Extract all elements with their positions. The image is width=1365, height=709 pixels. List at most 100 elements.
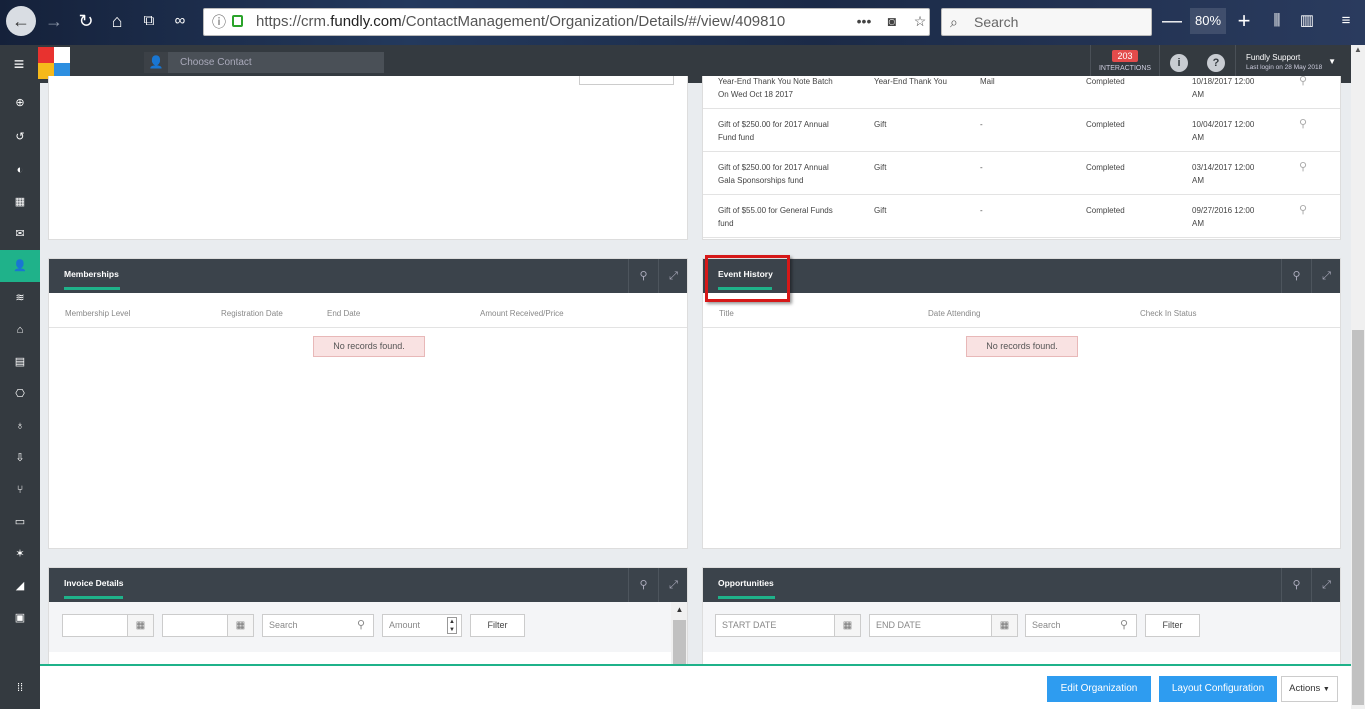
- gift-description-line: Gala Sponsorships fund: [718, 176, 804, 185]
- gift-row[interactable]: Gift of $250.00 for 2017 Annual Fund fund…: [703, 109, 1340, 152]
- sidebar-money-bag-icon[interactable]: ♁: [0, 410, 40, 442]
- search-icon[interactable]: ⚲: [1281, 568, 1311, 602]
- memberships-panel: Memberships ⚲ ⤢ Membership Level Registr…: [48, 258, 688, 549]
- stepper-icon[interactable]: ▲ ▼: [447, 617, 457, 634]
- sidebar-ticket-icon[interactable]: ⎔: [0, 378, 40, 410]
- expand-icon[interactable]: ⤢: [1311, 568, 1340, 602]
- sidebar-add-icon[interactable]: ⊕: [0, 87, 40, 119]
- private-mask-icon[interactable]: ∞: [166, 7, 194, 35]
- reload-icon[interactable]: ↻: [72, 7, 100, 35]
- end-date-input[interactable]: END DATE ▦: [869, 614, 1018, 637]
- page-scroll-thumb[interactable]: [1352, 330, 1364, 705]
- search-icon[interactable]: ⚲: [628, 259, 658, 293]
- view-details-search-icon[interactable]: ⚲: [1299, 161, 1307, 174]
- col-title[interactable]: Title: [719, 309, 734, 318]
- actions-dropdown[interactable]: Actions ▼: [1281, 676, 1338, 702]
- zoom-out-button[interactable]: —: [1160, 8, 1184, 34]
- sidebar-apps-icon[interactable]: ⁞⁞: [0, 672, 40, 704]
- choose-contact-placeholder: Choose Contact: [180, 57, 252, 68]
- divider: [703, 327, 1340, 328]
- gift-description-line: Fund fund: [718, 133, 755, 142]
- scroll-thumb[interactable]: [673, 620, 686, 666]
- sidebar-dashboard-icon[interactable]: ◐: [0, 154, 40, 186]
- page-actions-icon[interactable]: •••: [850, 8, 878, 34]
- sidebar-volunteer-icon[interactable]: ✶: [0, 538, 40, 570]
- site-info-icon[interactable]: ⓘ: [212, 9, 226, 35]
- scroll-up-icon[interactable]: ▲: [671, 602, 687, 618]
- search-icon[interactable]: ⚲: [628, 568, 658, 602]
- invoice-start-date-input[interactable]: ▦: [62, 614, 154, 637]
- choose-contact-input[interactable]: 👤 Choose Contact: [144, 52, 384, 73]
- forward-arrow-icon[interactable]: →: [40, 7, 68, 35]
- sidebar-history-icon[interactable]: ↺: [0, 121, 40, 153]
- gift-date: 03/14/2017 12:00 AM: [1192, 161, 1282, 187]
- menu-icon[interactable]: ≡: [1333, 8, 1359, 34]
- top-left-control[interactable]: [579, 76, 674, 85]
- info-icon[interactable]: i: [1170, 54, 1188, 72]
- expand-icon[interactable]: ⤢: [1311, 259, 1341, 293]
- sidebar-calendar-icon[interactable]: ▤: [0, 346, 40, 378]
- gift-description-line: Gift of $250.00 for 2017 Annual: [718, 163, 829, 172]
- bookmark-star-icon[interactable]: ☆: [906, 8, 934, 34]
- layout-configuration-button[interactable]: Layout Configuration: [1159, 676, 1277, 702]
- edit-organization-button[interactable]: Edit Organization: [1047, 676, 1151, 702]
- zoom-in-button[interactable]: +: [1232, 8, 1256, 34]
- sidebar-mail-icon[interactable]: ✉: [0, 218, 40, 250]
- url-bar[interactable]: ⓘ https://crm.fundly.com/ContactManageme…: [203, 8, 930, 36]
- sidebar-contacts-icon[interactable]: 👤: [0, 250, 40, 282]
- search-icon[interactable]: ⚲: [1281, 259, 1311, 293]
- calendar-icon[interactable]: ▦: [227, 615, 253, 636]
- sidebar-download-icon[interactable]: ⇩: [0, 442, 40, 474]
- expand-icon[interactable]: ⤢: [658, 259, 688, 293]
- new-window-icon[interactable]: ⧉: [135, 7, 163, 35]
- sidebar-dining-icon[interactable]: ⑂: [0, 474, 40, 506]
- sidebar-toggle-icon[interactable]: ▥: [1294, 8, 1320, 34]
- invoice-search-input[interactable]: Search ⚲: [262, 614, 374, 637]
- sidebar-org-icon[interactable]: ⌂: [0, 314, 40, 346]
- gift-row[interactable]: Gift of $250.00 for 2017 Annual Gala Spon…: [703, 152, 1340, 195]
- col-date-attending[interactable]: Date Attending: [928, 309, 980, 318]
- library-icon[interactable]: ⫼: [1264, 8, 1290, 34]
- invoice-filter-button[interactable]: Filter: [470, 614, 525, 637]
- view-details-search-icon[interactable]: ⚲: [1299, 118, 1307, 131]
- invoice-amount-input[interactable]: Amount ▲ ▼: [382, 614, 462, 637]
- start-date-input[interactable]: START DATE ▦: [715, 614, 861, 637]
- expand-icon[interactable]: ⤢: [658, 568, 687, 602]
- col-amount-received[interactable]: Amount Received/Price: [480, 309, 564, 318]
- scroll-up-icon[interactable]: ▲: [1351, 45, 1365, 59]
- gift-date: 10/18/2017 12:00 AM: [1192, 76, 1282, 101]
- invoice-end-date-input[interactable]: ▦: [162, 614, 254, 637]
- view-details-search-icon[interactable]: ⚲: [1299, 76, 1307, 88]
- sidebar-report-icon[interactable]: ▣: [0, 602, 40, 634]
- home-icon[interactable]: ⌂: [103, 7, 131, 35]
- back-arrow-icon[interactable]: ←: [6, 6, 36, 36]
- opportunities-search-input[interactable]: Search ⚲: [1025, 614, 1137, 637]
- gift-row[interactable]: Gift of $55.00 for General Funds fund Gift…: [703, 195, 1340, 238]
- calendar-icon[interactable]: ▦: [834, 615, 860, 636]
- calendar-icon[interactable]: ▦: [127, 615, 153, 636]
- sidebar-chart-icon[interactable]: ◢: [0, 570, 40, 602]
- sidebar-id-card-icon[interactable]: ▭: [0, 506, 40, 538]
- calendar-icon[interactable]: ▦: [991, 615, 1017, 636]
- memberships-header: Memberships ⚲ ⤢: [49, 259, 687, 293]
- view-details-search-icon[interactable]: ⚲: [1299, 204, 1307, 217]
- fundly-logo[interactable]: [38, 47, 70, 79]
- opportunities-filter-button[interactable]: Filter: [1145, 614, 1200, 637]
- zoom-level[interactable]: 80%: [1190, 8, 1226, 34]
- gift-type: Year-End Thank You: [874, 76, 974, 88]
- sidebar-layers-icon[interactable]: ≋: [0, 282, 40, 314]
- gift-status-line: Completed: [1086, 77, 1125, 86]
- col-end-date[interactable]: End Date: [327, 309, 360, 318]
- col-membership-level[interactable]: Membership Level: [65, 309, 130, 318]
- pocket-icon[interactable]: ◙: [878, 8, 906, 34]
- col-check-in-status[interactable]: Check In Status: [1140, 309, 1196, 318]
- help-icon[interactable]: ?: [1207, 54, 1225, 72]
- browser-search-input[interactable]: ⌕ Search: [941, 8, 1152, 36]
- hamburger-menu-icon[interactable]: ≡: [8, 53, 30, 75]
- search-icon: ⚲: [356, 619, 365, 631]
- gift-row[interactable]: Year-End Thank You Note Batch On Wed Oct …: [703, 76, 1340, 109]
- col-registration-date[interactable]: Registration Date: [221, 309, 283, 318]
- actions-label: Actions: [1289, 683, 1321, 694]
- gift-description-line: Year-End Thank You Note Batch: [718, 77, 833, 86]
- sidebar-grid-icon[interactable]: ▦: [0, 186, 40, 218]
